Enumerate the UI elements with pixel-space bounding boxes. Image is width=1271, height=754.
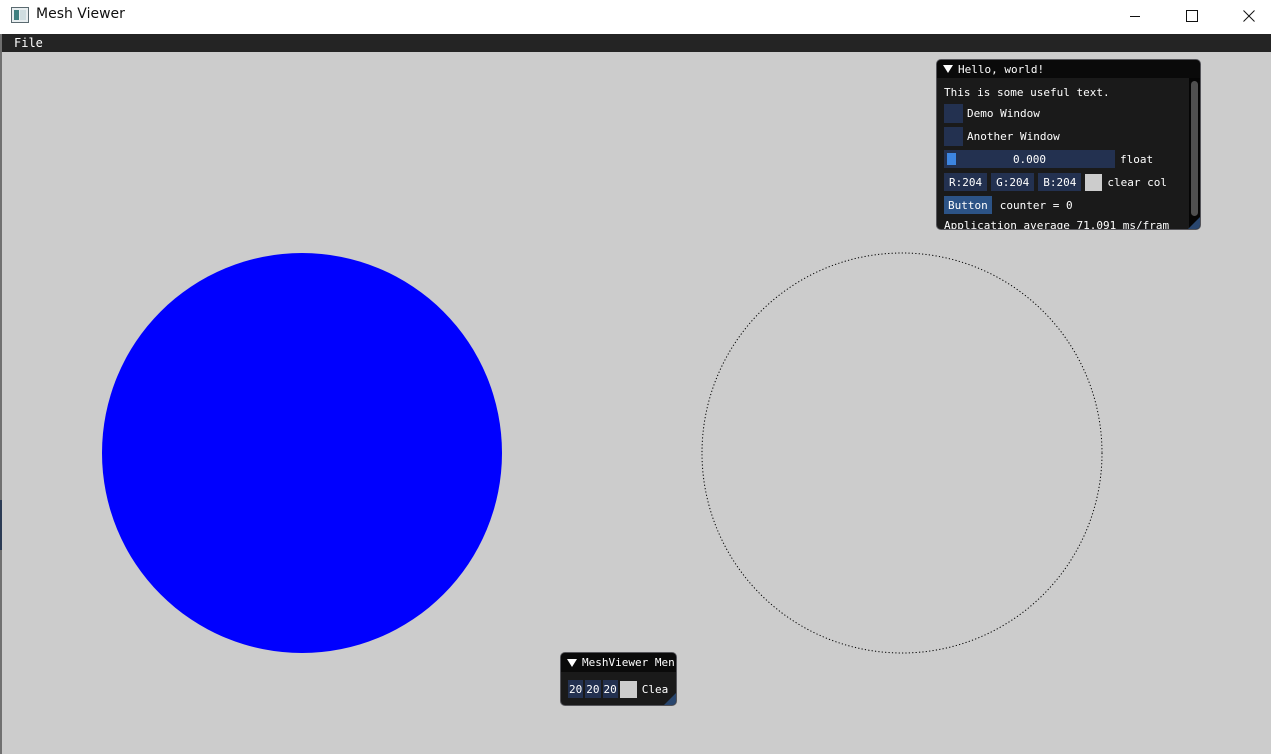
mv-color-swatch[interactable]: [619, 680, 637, 698]
slider-grab-handle[interactable]: [947, 153, 956, 165]
demo-window-checkbox-row[interactable]: Demo Window: [944, 103, 1040, 123]
hello-window-title: Hello, world!: [958, 62, 1045, 76]
wireframe-circle-mesh: [701, 252, 1103, 654]
meshviewer-window-title: MeshViewer Men: [582, 656, 675, 669]
useful-text-row: This is some useful text.: [944, 82, 1110, 102]
hello-window-scrollbar[interactable]: [1189, 78, 1200, 229]
float-slider[interactable]: 0.000: [944, 150, 1115, 168]
average-row: Application average 71.091 ms/fram: [944, 215, 1169, 230]
clear-color-swatch[interactable]: [1085, 173, 1103, 191]
hello-window-title-bar[interactable]: Hello, world!: [937, 60, 1200, 78]
resize-grip-icon[interactable]: [1188, 217, 1200, 229]
clear-color-row: R:204 G:204 B:204 clear col: [944, 172, 1167, 192]
counter-button[interactable]: Button: [944, 196, 992, 214]
mv-red-field[interactable]: 20: [568, 680, 584, 698]
float-slider-value: 0.000: [1012, 152, 1047, 166]
meshviewer-window-title-bar[interactable]: MeshViewer Men: [561, 653, 676, 672]
demo-window-label: Demo Window: [967, 106, 1040, 120]
clear-color-label: clear col: [1107, 175, 1167, 189]
mv-blue-field[interactable]: 20: [602, 680, 618, 698]
color-red-field[interactable]: R:204: [944, 173, 988, 191]
scrollbar-thumb[interactable]: [1191, 81, 1198, 216]
resize-grip-icon[interactable]: [664, 693, 676, 705]
meshviewer-menu-window[interactable]: MeshViewer Men 20 20 20 Clea: [560, 652, 677, 706]
another-window-label: Another Window: [967, 129, 1060, 143]
demo-window-checkbox[interactable]: [944, 103, 963, 123]
mv-green-field[interactable]: 20: [585, 680, 601, 698]
float-slider-row: 0.000 float: [944, 149, 1153, 169]
meshviewer-color-row: 20 20 20 Clea: [568, 679, 668, 699]
button-row: Button counter = 0: [944, 195, 1073, 215]
collapse-triangle-icon[interactable]: [567, 658, 577, 667]
filled-circle-mesh: [102, 253, 502, 653]
counter-text: counter = 0: [999, 198, 1073, 212]
application-average-text: Application average 71.091 ms/fram: [944, 218, 1170, 230]
color-blue-field[interactable]: B:204: [1038, 173, 1082, 191]
hello-world-window[interactable]: Hello, world! This is some useful text. …: [936, 59, 1201, 230]
float-slider-label: float: [1120, 152, 1154, 166]
useful-text: This is some useful text.: [944, 85, 1110, 99]
another-window-checkbox[interactable]: [944, 126, 963, 146]
collapse-triangle-icon[interactable]: [943, 65, 953, 73]
another-window-checkbox-row[interactable]: Another Window: [944, 126, 1060, 146]
color-green-field[interactable]: G:204: [991, 173, 1035, 191]
